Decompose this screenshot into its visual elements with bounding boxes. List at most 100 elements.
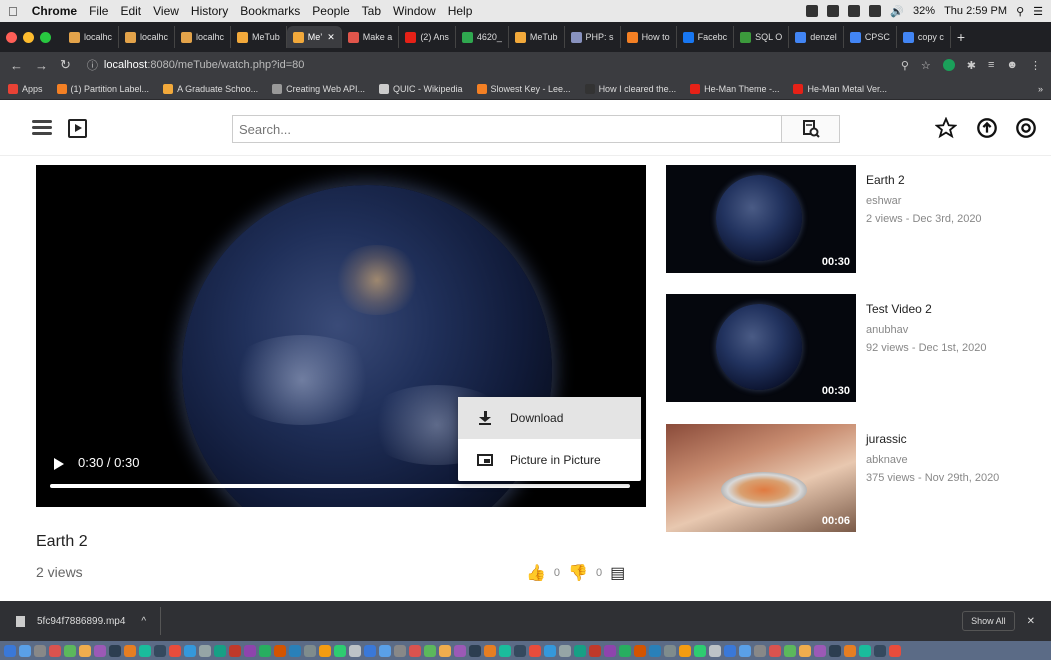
dock-app-icon[interactable] — [589, 644, 601, 657]
bookmark-item[interactable]: (1) Partition Label... — [56, 83, 149, 94]
dock-app-icon[interactable] — [724, 644, 736, 657]
dock-app-icon[interactable] — [574, 644, 586, 657]
bookmark-item[interactable]: A Graduate Schoo... — [163, 83, 258, 94]
dock-app-icon[interactable] — [139, 644, 151, 657]
dock-app-icon[interactable] — [19, 644, 31, 657]
dock-app-icon[interactable] — [334, 644, 346, 657]
apple-icon[interactable]:  — [8, 4, 18, 19]
bookmark-item[interactable]: He-Man Theme -... — [690, 83, 779, 94]
recommended-video-card[interactable]: 00:30 Test Video 2 anubhav 92 views - Dec 1… — [666, 294, 1041, 402]
dock-app-icon[interactable] — [799, 644, 811, 657]
volume-icon[interactable]: 🔊 — [890, 5, 904, 18]
play-icon[interactable] — [54, 458, 64, 470]
dock-app-icon[interactable] — [319, 644, 331, 657]
bookmark-item[interactable]: QUIC - Wikipedia — [379, 83, 463, 94]
clock[interactable]: Thu 2:59 PM — [944, 5, 1007, 17]
menu-edit[interactable]: Edit — [120, 4, 141, 18]
browser-tab[interactable]: CPSC — [844, 26, 897, 48]
browser-tab[interactable]: PHP: s — [565, 26, 621, 48]
thumbs-up-icon[interactable]: 👍 — [526, 563, 546, 583]
dock-app-icon[interactable] — [454, 644, 466, 657]
search-button[interactable] — [782, 115, 840, 143]
reading-list-icon[interactable]: ≡ — [988, 59, 994, 71]
dock-app-icon[interactable] — [229, 644, 241, 657]
menu-bookmarks[interactable]: Bookmarks — [240, 4, 300, 18]
chrome-menu-icon[interactable]: ⋮ — [1030, 59, 1041, 72]
video-thumbnail[interactable]: 00:06 — [666, 424, 856, 532]
dock-app-icon[interactable] — [529, 644, 541, 657]
dock-app-icon[interactable] — [349, 644, 361, 657]
browser-tab[interactable]: Me’ ✕ — [286, 26, 342, 48]
bookmark-item[interactable]: How I cleared the... — [584, 83, 676, 94]
upload-icon[interactable] — [976, 117, 998, 139]
browser-tab[interactable]: MeTub — [231, 26, 287, 48]
new-tab-button[interactable]: + — [957, 29, 965, 45]
menu-people[interactable]: People — [312, 4, 349, 18]
close-shelf-button[interactable]: ✕ — [1027, 616, 1035, 627]
dock-app-icon[interactable] — [199, 644, 211, 657]
status-app-icon[interactable] — [806, 5, 819, 17]
dock-app-icon[interactable] — [754, 644, 766, 657]
dock-app-icon[interactable] — [619, 644, 631, 657]
bookmark-item[interactable]: Creating Web API... — [272, 83, 365, 94]
browser-tab[interactable]: 4620_ — [456, 26, 509, 48]
minimize-window-button[interactable] — [23, 31, 34, 43]
dock-app-icon[interactable] — [34, 644, 46, 657]
url-field[interactable]: ⓘ localhost:8080/meTube/watch.php?id=80 — [87, 57, 901, 73]
dock-app-icon[interactable] — [244, 644, 256, 657]
close-tab-icon[interactable]: ✕ — [327, 32, 335, 43]
menu-file[interactable]: File — [89, 4, 108, 18]
browser-tab[interactable]: SQL O — [734, 26, 790, 48]
bookmark-star-icon[interactable]: ☆ — [921, 59, 931, 72]
dock-app-icon[interactable] — [664, 644, 676, 657]
browser-tab[interactable]: (2) Ans — [399, 26, 456, 48]
chevron-up-icon[interactable]: ^ — [141, 616, 146, 627]
thumbs-down-icon[interactable]: 👎 — [568, 563, 588, 583]
bookmark-item[interactable]: He-Man Metal Ver... — [793, 83, 887, 94]
extensions-icon[interactable]: ✱ — [967, 59, 976, 72]
wifi-icon[interactable] — [869, 5, 882, 17]
dock-app-icon[interactable] — [49, 644, 61, 657]
menu-history[interactable]: History — [191, 4, 228, 18]
menu-help[interactable]: Help — [448, 4, 473, 18]
account-icon[interactable] — [1015, 117, 1037, 139]
dock-app-icon[interactable] — [784, 644, 796, 657]
bookmark-item[interactable]: Apps — [8, 83, 43, 94]
battery-percent[interactable]: 32% — [913, 5, 935, 17]
bookmarks-overflow-button[interactable]: » — [1038, 84, 1043, 94]
dock-app-icon[interactable] — [154, 644, 166, 657]
video-thumbnail[interactable]: 00:30 — [666, 165, 856, 273]
dock-app-icon[interactable] — [814, 644, 826, 657]
dock-app-icon[interactable] — [364, 644, 376, 657]
dock-app-icon[interactable] — [379, 644, 391, 657]
spotlight-search-icon[interactable]: ⚲ — [1016, 5, 1024, 18]
download-filename[interactable]: 5fc94f7886899.mp4 — [37, 616, 125, 627]
search-input[interactable] — [232, 115, 782, 143]
show-all-button[interactable]: Show All — [962, 611, 1015, 631]
browser-tab[interactable]: localhc — [175, 26, 232, 48]
menu-tab[interactable]: Tab — [362, 4, 381, 18]
dock-app-icon[interactable] — [739, 644, 751, 657]
forward-button[interactable]: → — [35, 58, 48, 73]
close-window-button[interactable] — [6, 31, 17, 43]
dock-app-icon[interactable] — [889, 644, 901, 657]
dock-app-icon[interactable] — [844, 644, 856, 657]
dock-app-icon[interactable] — [499, 644, 511, 657]
dock-app-icon[interactable] — [124, 644, 136, 657]
dock-app-icon[interactable] — [289, 644, 301, 657]
info-icon[interactable]: ⓘ — [87, 57, 98, 73]
menu-chrome[interactable]: Chrome — [32, 4, 77, 18]
browser-tab[interactable]: MeTub — [509, 26, 565, 48]
dock-app-icon[interactable] — [604, 644, 616, 657]
profile-avatar-icon[interactable]: ☻ — [1006, 59, 1018, 71]
dock-app-icon[interactable] — [769, 644, 781, 657]
site-logo-play-icon[interactable] — [68, 119, 87, 138]
menu-window[interactable]: Window — [393, 4, 436, 18]
video-progress-bar[interactable] — [50, 484, 630, 488]
status-app-icon[interactable] — [827, 5, 840, 17]
dock-app-icon[interactable] — [94, 644, 106, 657]
zoom-icon[interactable]: ⚲ — [901, 59, 909, 72]
dock-app-icon[interactable] — [829, 644, 841, 657]
dock-app-icon[interactable] — [679, 644, 691, 657]
dock-app-icon[interactable] — [649, 644, 661, 657]
